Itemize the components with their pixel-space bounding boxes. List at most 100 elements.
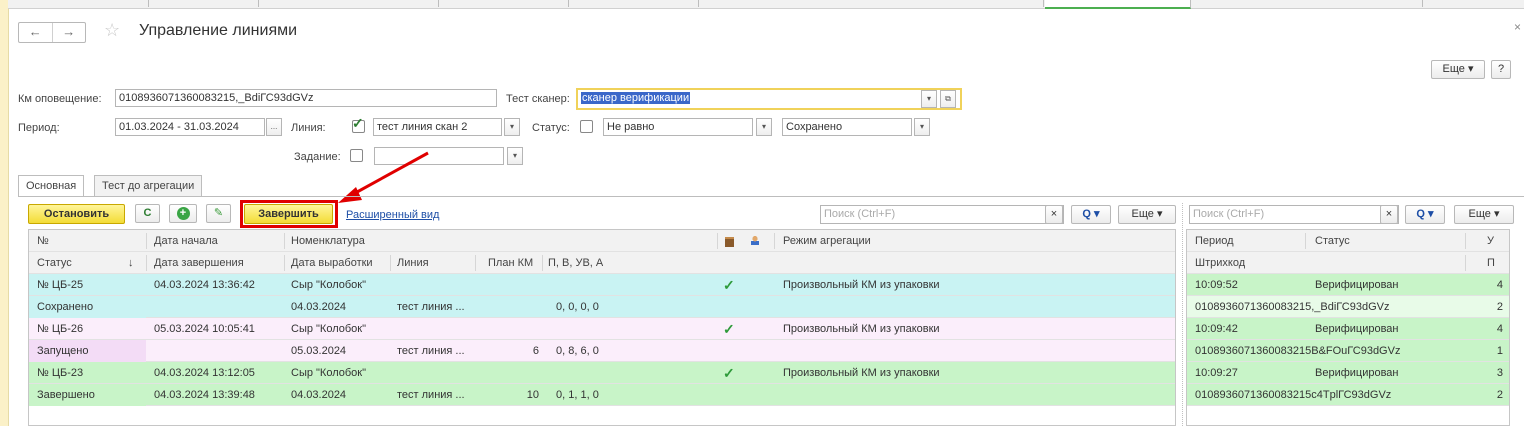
favorite-star-icon[interactable]: ☆	[104, 20, 120, 41]
side-more-button[interactable]: Еще ▾	[1454, 205, 1514, 224]
tab-main[interactable]: Основная	[18, 175, 85, 197]
scanner-dropdown-button[interactable]: ▾	[921, 90, 937, 108]
table-row[interactable]: № ЦБ-26 05.03.2024 10:05:41 Сыр "Колобок…	[29, 318, 1175, 340]
main-table: № Дата начала Номенклатура Режим агрегац…	[28, 229, 1176, 426]
km-field[interactable]: 0108936071360083215,_BdiГС93dGVz	[115, 89, 497, 107]
col-number[interactable]: №	[37, 230, 49, 252]
row-number: № ЦБ-23	[37, 367, 84, 379]
annotation-arrow	[338, 151, 429, 203]
col-counts[interactable]: П, В, УВ, А	[548, 252, 603, 274]
table-row[interactable]: 10:09:42 Верифицирован 4	[1187, 318, 1509, 340]
window-tab[interactable]	[568, 0, 699, 7]
window-tab[interactable]	[28, 0, 149, 7]
scanner-open-button[interactable]: ⧉	[940, 90, 956, 108]
table-row[interactable]: 0108936071360083215B&FOuГС93dGVz 1	[1187, 340, 1509, 362]
col-end-date[interactable]: Дата завершения	[154, 252, 244, 274]
table-row[interactable]: 10:09:52 Верифицирован 4	[1187, 274, 1509, 296]
scanner-field[interactable]: сканер верификации	[576, 88, 962, 110]
row-number: № ЦБ-25	[37, 279, 84, 291]
task-dropdown-button[interactable]: ▾	[507, 147, 523, 165]
main-search-button[interactable]: Q ▾	[1071, 205, 1111, 224]
main-more-button[interactable]: Еще ▾	[1118, 205, 1176, 224]
edit-button[interactable]: ✎	[206, 204, 231, 223]
col-barcode[interactable]: Штрихкод	[1195, 252, 1245, 274]
row-u: 4	[1496, 279, 1503, 291]
add-icon: +	[176, 207, 190, 220]
row-barcode: 0108936071360083215B&FOuГС93dGVz	[1195, 345, 1401, 357]
row-nomenclature: Сыр "Колобок"	[291, 323, 367, 335]
forward-button[interactable]: →	[53, 23, 86, 42]
row-p: 2	[1496, 389, 1503, 401]
table-header-row: Штрихкод П	[1187, 252, 1509, 274]
line-dropdown-button[interactable]: ▾	[504, 118, 520, 136]
row-status: Запущено	[29, 340, 146, 362]
row-p: 2	[1496, 301, 1503, 313]
col-status[interactable]: Статус	[1315, 230, 1350, 252]
window-tab-active[interactable]	[1045, 0, 1191, 9]
main-search-input[interactable]: Поиск (Ctrl+F)	[820, 205, 1064, 224]
col-start-date[interactable]: Дата начала	[154, 230, 218, 252]
row-line: тест линия ...	[397, 345, 465, 357]
period-label: Период:	[18, 122, 60, 134]
row-production-date: 05.03.2024	[291, 345, 347, 357]
more-button-top[interactable]: Еще ▾	[1431, 60, 1485, 79]
window-tab[interactable]	[438, 0, 569, 7]
refresh-button[interactable]: C	[135, 204, 160, 223]
row-number: № ЦБ-26	[37, 323, 84, 335]
row-start-date: 04.03.2024 13:36:42	[154, 279, 255, 291]
user-icon	[751, 230, 759, 252]
table-row[interactable]: Запущено 05.03.2024 тест линия ... 6 0, …	[29, 340, 1175, 362]
line-field[interactable]: тест линия скан 2	[373, 118, 502, 136]
side-table: Период Статус У Штрихкод П 10:09:52 Вери…	[1186, 229, 1510, 426]
status-condition-field[interactable]: Не равно	[603, 118, 753, 136]
row-status: Завершено	[29, 384, 146, 406]
table-row[interactable]: № ЦБ-23 04.03.2024 13:12:05 Сыр "Колобок…	[29, 362, 1175, 384]
table-row[interactable]: Сохранено 04.03.2024 тест линия ... 0, 0…	[29, 296, 1175, 318]
col-nomenclature[interactable]: Номенклатура	[291, 230, 365, 252]
window-tab[interactable]	[258, 0, 439, 7]
status-condition-dropdown[interactable]: ▾	[756, 118, 772, 136]
row-production-date: 04.03.2024	[291, 389, 347, 401]
row-barcode: 0108936071360083215,_BdiГС93dGVz	[1195, 301, 1390, 313]
window-tab[interactable]	[698, 0, 1044, 7]
close-icon[interactable]: ×	[1514, 20, 1521, 34]
col-status[interactable]: Статус	[37, 252, 72, 274]
table-row[interactable]: 0108936071360083215c4TplГС93dGVz 2	[1187, 384, 1509, 406]
search-icon: Q	[1416, 208, 1425, 220]
side-search-button[interactable]: Q ▾	[1405, 205, 1445, 224]
col-plan-km[interactable]: План КМ	[488, 252, 533, 274]
col-p[interactable]: П	[1487, 252, 1495, 274]
tab-aggregation-test[interactable]: Тест до агрегации	[94, 175, 203, 196]
window-tab[interactable]	[1192, 0, 1423, 7]
status-label: Статус:	[532, 122, 570, 134]
status-value-dropdown[interactable]: ▾	[914, 118, 930, 136]
back-button[interactable]: ←	[19, 23, 53, 42]
period-select-button[interactable]: ...	[266, 118, 282, 136]
status-checkbox[interactable]	[580, 120, 593, 133]
extended-view-link[interactable]: Расширенный вид	[346, 209, 439, 221]
period-field[interactable]: 01.03.2024 - 31.03.2024	[115, 118, 265, 136]
col-u[interactable]: У	[1487, 230, 1494, 252]
table-row[interactable]: 0108936071360083215,_BdiГС93dGVz 2	[1187, 296, 1509, 318]
side-search-clear[interactable]: ×	[1380, 205, 1398, 224]
row-counts: 0, 8, 6, 0	[556, 345, 599, 357]
table-header-row: № Дата начала Номенклатура Режим агрегац…	[29, 230, 1175, 252]
window-tab[interactable]	[148, 0, 259, 7]
tabs-divider	[18, 196, 1524, 197]
help-button[interactable]: ?	[1491, 60, 1511, 79]
page-title: Управление линиями	[139, 22, 298, 39]
table-row[interactable]: 10:09:27 Верифицирован 3	[1187, 362, 1509, 384]
stop-button[interactable]: Остановить	[28, 204, 125, 224]
col-line[interactable]: Линия	[397, 252, 429, 274]
table-row[interactable]: Завершено 04.03.2024 13:39:48 04.03.2024…	[29, 384, 1175, 406]
col-production-date[interactable]: Дата выработки	[291, 252, 373, 274]
side-search-input[interactable]: Поиск (Ctrl+F)	[1189, 205, 1399, 224]
table-row[interactable]: № ЦБ-25 04.03.2024 13:36:42 Сыр "Колобок…	[29, 274, 1175, 296]
col-period[interactable]: Период	[1195, 230, 1234, 252]
status-value-field[interactable]: Сохранено	[782, 118, 912, 136]
col-aggregation-mode[interactable]: Режим агрегации	[783, 230, 871, 252]
main-search-clear[interactable]: ×	[1045, 205, 1063, 224]
row-plan-km: 10	[526, 389, 539, 401]
row-u: 4	[1496, 323, 1503, 335]
add-button[interactable]: +	[169, 204, 197, 223]
